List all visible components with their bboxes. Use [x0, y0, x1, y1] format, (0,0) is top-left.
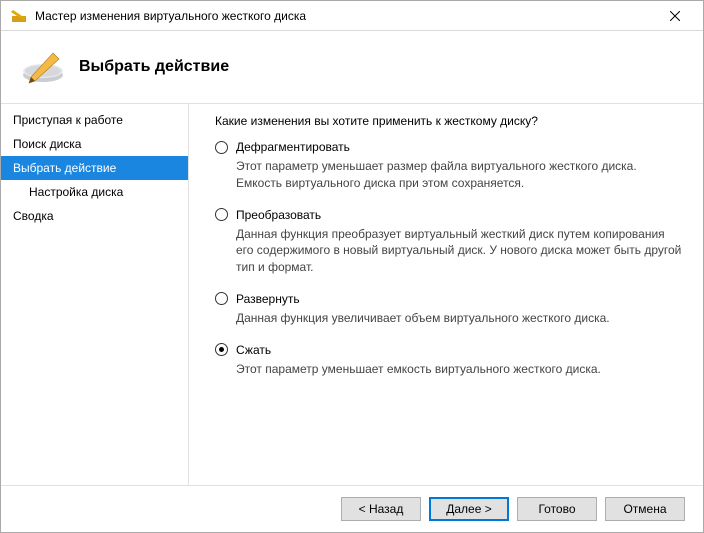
radio-icon	[215, 343, 228, 356]
option-label: Сжать	[236, 343, 271, 357]
window-title: Мастер изменения виртуального жесткого д…	[35, 9, 655, 23]
option-expand: Развернуть Данная функция увеличивает об…	[215, 292, 683, 327]
option-desc: Данная функция преобразует виртуальный ж…	[236, 226, 683, 276]
radio-icon	[215, 208, 228, 221]
option-desc: Этот параметр уменьшает емкость виртуаль…	[236, 361, 683, 378]
option-convert: Преобразовать Данная функция преобразует…	[215, 208, 683, 276]
titlebar: Мастер изменения виртуального жесткого д…	[1, 1, 703, 31]
footer-buttons: < Назад Далее > Готово Отмена	[1, 485, 703, 532]
sidebar-item-summary[interactable]: Сводка	[1, 204, 188, 228]
radio-expand[interactable]: Развернуть	[215, 292, 683, 306]
option-desc: Этот параметр уменьшает размер файла вир…	[236, 158, 683, 192]
option-label: Развернуть	[236, 292, 300, 306]
option-defragment: Дефрагментировать Этот параметр уменьшае…	[215, 140, 683, 192]
back-button[interactable]: < Назад	[341, 497, 421, 521]
wizard-icon	[11, 8, 27, 24]
content-area: Приступая к работе Поиск диска Выбрать д…	[1, 103, 703, 493]
disk-pencil-icon	[21, 51, 65, 83]
next-button[interactable]: Далее >	[429, 497, 509, 521]
option-desc: Данная функция увеличивает объем виртуал…	[236, 310, 683, 327]
main-panel: Какие изменения вы хотите применить к же…	[189, 104, 703, 493]
sidebar-item-configure-disk[interactable]: Настройка диска	[1, 180, 188, 204]
radio-convert[interactable]: Преобразовать	[215, 208, 683, 222]
radio-icon	[215, 141, 228, 154]
page-title: Выбрать действие	[79, 58, 229, 76]
sidebar-item-find-disk[interactable]: Поиск диска	[1, 132, 188, 156]
cancel-button[interactable]: Отмена	[605, 497, 685, 521]
sidebar-item-getting-started[interactable]: Приступая к работе	[1, 108, 188, 132]
option-shrink: Сжать Этот параметр уменьшает емкость ви…	[215, 343, 683, 378]
radio-icon	[215, 292, 228, 305]
wizard-header: Выбрать действие	[1, 31, 703, 103]
finish-button[interactable]: Готово	[517, 497, 597, 521]
option-label: Преобразовать	[236, 208, 321, 222]
radio-defragment[interactable]: Дефрагментировать	[215, 140, 683, 154]
close-button[interactable]	[655, 2, 695, 30]
radio-shrink[interactable]: Сжать	[215, 343, 683, 357]
sidebar-item-choose-action[interactable]: Выбрать действие	[1, 156, 188, 180]
prompt-text: Какие изменения вы хотите применить к же…	[215, 114, 683, 128]
close-icon	[670, 11, 680, 21]
option-label: Дефрагментировать	[236, 140, 350, 154]
wizard-steps-sidebar: Приступая к работе Поиск диска Выбрать д…	[1, 104, 189, 493]
